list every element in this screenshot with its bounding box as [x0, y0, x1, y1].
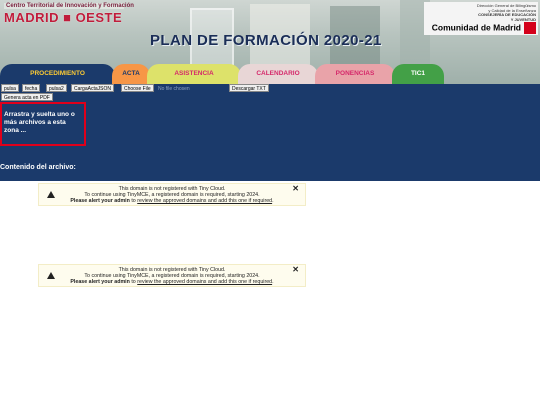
review-domains-link[interactable]: review the approved domains and add this…: [137, 279, 272, 285]
procedimiento-panel: pulsa fecha pulsa2 CargaActaJSON Choose …: [0, 84, 540, 181]
genera-acta-pdf-button[interactable]: Genera acta en PDF: [1, 93, 53, 101]
review-domains-link[interactable]: review the approved domains and add this…: [137, 198, 272, 204]
site-header: Centro Territorial de Innovación y Forma…: [0, 0, 540, 84]
alert-line3: Please alert your admin to review the ap…: [39, 279, 305, 285]
page-title: PLAN DE FORMACIÓN 2020-21: [150, 32, 382, 49]
fecha-button[interactable]: fecha: [22, 84, 41, 92]
tab-asistencia[interactable]: ASISTENCIA: [147, 64, 241, 84]
alert-end-text: .: [272, 279, 274, 285]
logo-right-name-text: Comunidad de Madrid: [431, 22, 521, 33]
ctif-logo[interactable]: Centro Territorial de Innovación y Forma…: [4, 3, 134, 27]
ctif-logo-subtitle: Centro Territorial de Innovación y Forma…: [4, 3, 134, 9]
tiny-cloud-alert: This domain is not registered with Tiny …: [38, 264, 306, 287]
drop-zone-text: Arrastra y suelta uno o más archivos a e…: [4, 111, 75, 134]
contenido-archivo-label: Contenido del archivo:: [0, 164, 76, 171]
close-icon[interactable]: ✕: [292, 266, 299, 274]
ctif-logo-title: MADRID ■ OESTE: [4, 10, 123, 25]
alert-line3: Please alert your admin to review the ap…: [39, 198, 305, 204]
madrid-flag-icon: [524, 22, 536, 34]
alert-bold-text: Please alert your admin: [70, 279, 130, 285]
no-file-chosen-label: No file chosen: [158, 86, 190, 92]
tab-ponencias[interactable]: PONENCIAS: [315, 64, 395, 84]
logo-right-name: Comunidad de Madrid: [426, 22, 536, 34]
main-tabs: PROCEDIMIENTO ACTA ASISTENCIA CALENDARIO…: [0, 64, 540, 84]
warning-icon: [47, 191, 55, 198]
tab-tic1[interactable]: TIC1: [392, 64, 444, 84]
alert-end-text: .: [272, 198, 274, 204]
tiny-cloud-alert: This domain is not registered with Tiny …: [38, 183, 306, 206]
file-drop-zone[interactable]: Arrastra y suelta uno o más archivos a e…: [0, 102, 86, 146]
pulsa-button[interactable]: pulsa: [1, 84, 19, 92]
choose-file-button[interactable]: Choose File: [121, 84, 154, 92]
pulsa2-button[interactable]: pulsa2: [46, 84, 67, 92]
tab-calendario[interactable]: CALENDARIO: [238, 64, 318, 84]
descargar-txt-button[interactable]: Descargar TXT: [229, 84, 269, 92]
warning-icon: [47, 272, 55, 279]
comunidad-madrid-logo[interactable]: Dirección General de Bilingüismo y Calid…: [424, 2, 538, 35]
carga-acta-json-button[interactable]: CargaActaJSON: [71, 84, 114, 92]
close-icon[interactable]: ✕: [292, 185, 299, 193]
alert-bold-text: Please alert your admin: [70, 198, 130, 204]
tab-acta[interactable]: ACTA: [112, 64, 150, 84]
tab-procedimiento[interactable]: PROCEDIMIENTO: [0, 64, 115, 84]
